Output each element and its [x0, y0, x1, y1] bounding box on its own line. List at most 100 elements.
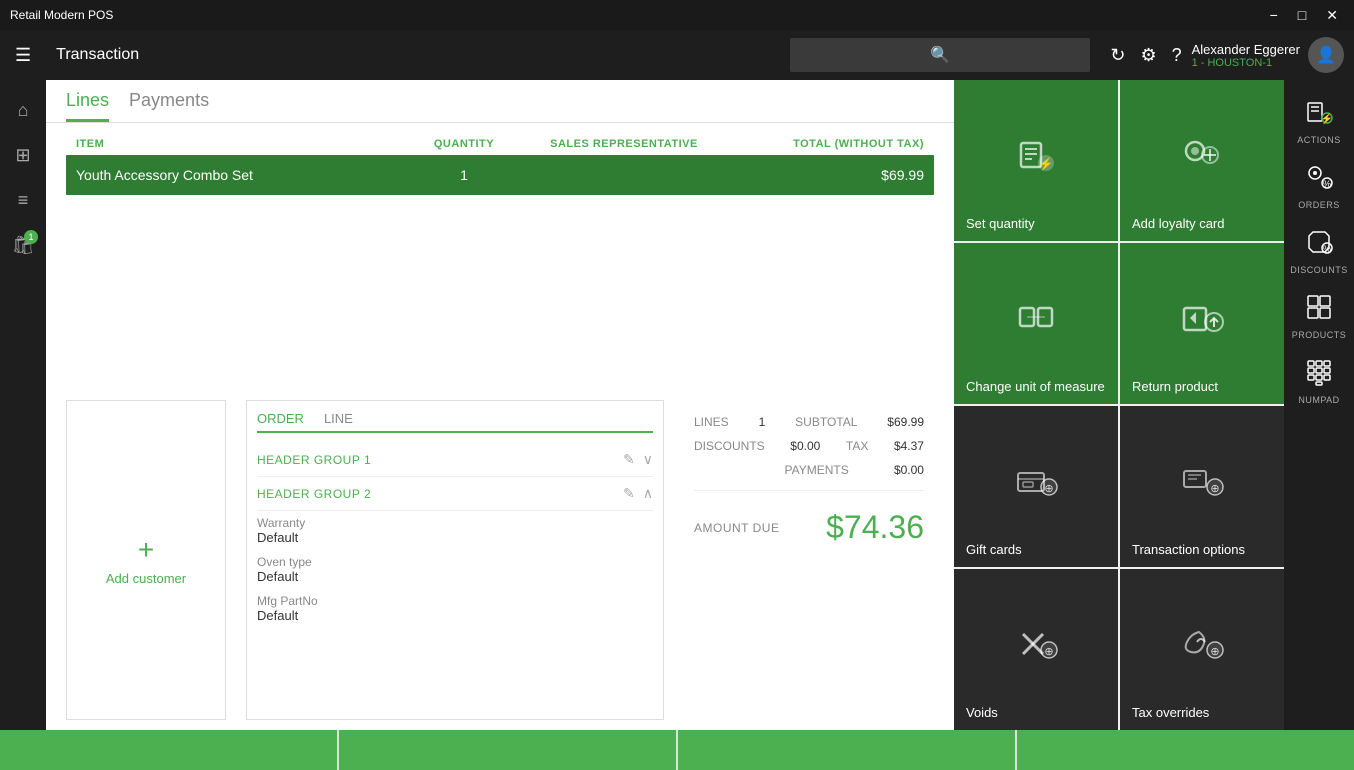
return-product-tile[interactable]: Return product [1120, 243, 1284, 404]
svg-text:⊕: ⊕ [1044, 646, 1053, 658]
oven-type-field: Oven type Default [257, 550, 653, 589]
avatar: 👤 [1308, 37, 1344, 73]
nav-products[interactable]: PRODUCTS [1284, 285, 1354, 348]
table-row[interactable]: Youth Accessory Combo Set 1 $69.99 [66, 155, 934, 195]
amount-due-label: AMOUNT DUE [694, 521, 779, 535]
warranty-field: Warranty Default [257, 511, 653, 550]
mfg-partno-value: Default [257, 608, 653, 623]
col-sales-rep: SALES REPRESENTATIVE [524, 138, 724, 150]
mfg-partno-field: Mfg PartNo Default [257, 589, 653, 628]
edit-icon-2[interactable]: ✎ [623, 485, 635, 502]
set-quantity-label: Set quantity [966, 216, 1035, 231]
customer-section[interactable]: + Add customer [66, 400, 226, 720]
header-group-2-name: HEADER GROUP 2 [257, 487, 371, 501]
tab-lines[interactable]: Lines [66, 90, 109, 122]
order-tab-line[interactable]: LINE [324, 411, 353, 426]
bottom-btn-1[interactable] [0, 730, 337, 770]
return-product-label: Return product [1132, 379, 1218, 394]
svg-text:⊕: ⊕ [1044, 483, 1053, 495]
payments-row: PAYMENTS $0.00 [694, 458, 924, 482]
bottom-btn-4[interactable] [1017, 730, 1354, 770]
sidebar-menu[interactable]: ≡ [3, 180, 43, 220]
sidebar-bag[interactable]: 🛍 1 [3, 225, 43, 265]
orders-label: ORDERS [1298, 200, 1340, 210]
table-header: ITEM QUANTITY SALES REPRESENTATIVE TOTAL… [66, 133, 934, 155]
header-group-1-row: HEADER GROUP 1 ✎ ∨ [257, 443, 653, 477]
col-quantity: QUANTITY [404, 138, 524, 150]
return-product-icon [1179, 298, 1225, 338]
add-loyalty-card-icon [1180, 135, 1224, 175]
user-details: Alexander Eggerer 1 - HOUSTON-1 [1192, 42, 1300, 69]
search-bar[interactable]: 🔍 [790, 38, 1090, 72]
nav-numpad[interactable]: NUMPAD [1284, 350, 1354, 413]
title-bar-controls: − □ ✕ [1264, 5, 1344, 26]
add-loyalty-card-label: Add loyalty card [1132, 216, 1225, 231]
warranty-label: Warranty [257, 516, 653, 530]
header-group-1-name: HEADER GROUP 1 [257, 453, 371, 467]
transaction-options-tile[interactable]: ⊕ Transaction options [1120, 406, 1284, 567]
left-sidebar: ⌂ ⊞ ≡ 🛍 1 [0, 80, 46, 730]
order-tab-order[interactable]: ORDER [257, 411, 304, 433]
discounts-icon: % [1305, 228, 1333, 262]
close-button[interactable]: ✕ [1320, 5, 1344, 26]
lines-label: LINES [694, 415, 729, 429]
expand-icon-1[interactable]: ∨ [643, 451, 653, 468]
subtotal-value: $69.99 [887, 415, 924, 429]
svg-text:⚡: ⚡ [1039, 157, 1054, 171]
gift-cards-label: Gift cards [966, 542, 1022, 557]
header-group-2-icons: ✎ ∧ [623, 485, 653, 502]
bottom-panel: + Add customer ORDER LINE HEADER GROUP 1… [46, 390, 954, 730]
row-sales-rep [524, 167, 724, 183]
discounts-row: DISCOUNTS $0.00 TAX $4.37 [694, 434, 924, 458]
row-item-name: Youth Accessory Combo Set [76, 167, 404, 183]
svg-text:⊕: ⊕ [1210, 483, 1219, 495]
oven-type-value: Default [257, 569, 653, 584]
bottom-btn-2[interactable] [339, 730, 676, 770]
voids-tile[interactable]: ⊕ Voids [954, 569, 1118, 730]
add-loyalty-card-tile[interactable]: Add loyalty card [1120, 80, 1284, 241]
collapse-icon-2[interactable]: ∧ [643, 485, 653, 502]
refresh-icon[interactable]: ↻ [1110, 45, 1125, 66]
tab-payments[interactable]: Payments [129, 90, 209, 122]
sidebar-grid[interactable]: ⊞ [3, 135, 43, 175]
top-nav: ☰ Transaction 🔍 ↻ ⚙ ? Alexander Eggerer … [0, 30, 1354, 80]
user-location: 1 - HOUSTON-1 [1192, 57, 1300, 69]
change-unit-tile[interactable]: Change unit of measure [954, 243, 1118, 404]
user-info: Alexander Eggerer 1 - HOUSTON-1 👤 [1192, 37, 1344, 73]
nav-discounts[interactable]: % DISCOUNTS [1284, 220, 1354, 283]
amount-due-value: $74.36 [826, 509, 924, 546]
tab-bar: Lines Payments [46, 80, 954, 123]
actions-icon: ⚡ [1305, 98, 1333, 132]
tax-overrides-tile[interactable]: ⊕ Tax overrides [1120, 569, 1284, 730]
set-quantity-tile[interactable]: ⚡ Set quantity [954, 80, 1118, 241]
content-area: Lines Payments ITEM QUANTITY SALES REPRE… [46, 80, 954, 730]
nav-title: Transaction [46, 46, 780, 64]
oven-type-label: Oven type [257, 555, 653, 569]
app-title: Retail Modern POS [10, 8, 113, 22]
nav-orders[interactable]: % ORDERS [1284, 155, 1354, 218]
help-icon[interactable]: ? [1172, 45, 1182, 66]
tax-overrides-label: Tax overrides [1132, 705, 1209, 720]
far-right-nav: ⚡ ACTIONS % ORDERS % [1284, 80, 1354, 730]
minimize-button[interactable]: − [1264, 5, 1284, 26]
maximize-button[interactable]: □ [1292, 5, 1312, 26]
change-unit-label: Change unit of measure [966, 379, 1105, 394]
order-tabs: ORDER LINE [257, 411, 653, 433]
row-quantity: 1 [404, 167, 524, 183]
bottom-buttons [0, 730, 1354, 770]
products-icon [1305, 293, 1333, 327]
voids-label: Voids [966, 705, 998, 720]
nav-actions[interactable]: ⚡ ACTIONS [1284, 90, 1354, 153]
sidebar-home[interactable]: ⌂ [3, 90, 43, 130]
edit-icon-1[interactable]: ✎ [623, 451, 635, 468]
bottom-btn-3[interactable] [678, 730, 1015, 770]
header-group-1-icons: ✎ ∨ [623, 451, 653, 468]
main-layout: ⌂ ⊞ ≡ 🛍 1 Lines Payments ITEM QUANTITY S… [0, 80, 1354, 730]
user-name: Alexander Eggerer [1192, 42, 1300, 57]
header-group-2-row: HEADER GROUP 2 ✎ ∧ [257, 477, 653, 511]
right-panels: ⚡ Set quantity Add loyalty card [954, 80, 1284, 730]
numpad-icon [1305, 358, 1333, 392]
settings-icon[interactable]: ⚙ [1140, 45, 1156, 66]
gift-cards-tile[interactable]: ⊕ Gift cards [954, 406, 1118, 567]
hamburger-menu[interactable]: ☰ [10, 40, 36, 71]
